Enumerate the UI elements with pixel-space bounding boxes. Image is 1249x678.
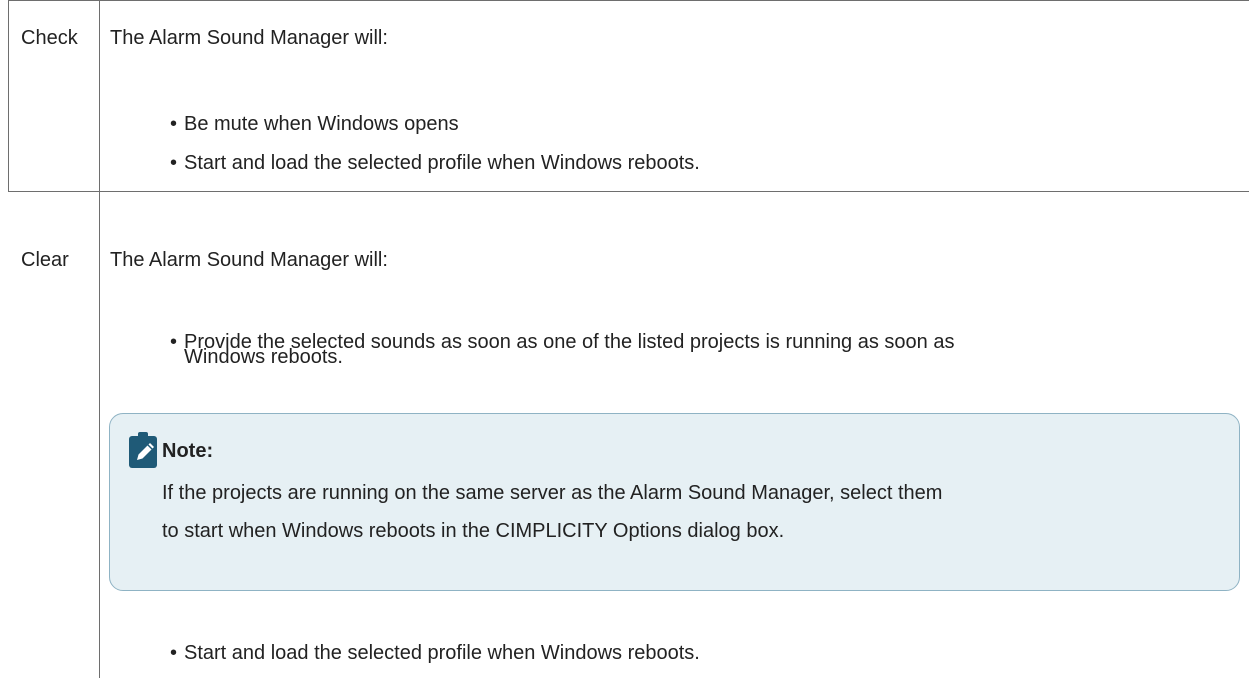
bullet-symbol: • xyxy=(170,152,178,174)
row-check-option: Check xyxy=(21,27,78,49)
note-body: If the projects are running on the same … xyxy=(162,474,1232,550)
bullet-text: Start and load the selected profile when… xyxy=(184,152,700,174)
note-callout: Note: If the projects are running on the… xyxy=(109,413,1240,591)
note-body-line: to start when Windows reboots in the CIM… xyxy=(162,520,785,542)
pencil-note-icon xyxy=(126,430,160,470)
list-item: • Be mute when Windows opens xyxy=(170,110,459,138)
table-top-border xyxy=(8,0,1249,1)
row-clear-option: Clear xyxy=(21,249,69,271)
row-check-intro: The Alarm Sound Manager will: xyxy=(110,27,388,49)
table-left-border xyxy=(8,0,9,191)
bullet-symbol: • xyxy=(170,113,178,135)
bullet-text: Start and load the selected profile when… xyxy=(184,642,700,664)
list-item-continuation: Windows reboots. xyxy=(184,346,343,368)
table-column-divider xyxy=(99,0,100,678)
list-item: • Start and load the selected profile whe… xyxy=(170,149,700,177)
note-title: Note: xyxy=(162,440,214,462)
row-clear-intro: The Alarm Sound Manager will: xyxy=(110,249,388,271)
bullet-text: Be mute when Windows opens xyxy=(184,113,459,135)
note-body-line: If the projects are running on the same … xyxy=(162,482,943,504)
table-row-divider xyxy=(8,191,1249,192)
options-table: Check The Alarm Sound Manager will: • Be … xyxy=(0,0,1249,678)
bullet-symbol: • xyxy=(170,642,178,664)
bullet-symbol: • xyxy=(170,331,178,353)
list-item: • Start and load the selected profile whe… xyxy=(170,639,700,667)
